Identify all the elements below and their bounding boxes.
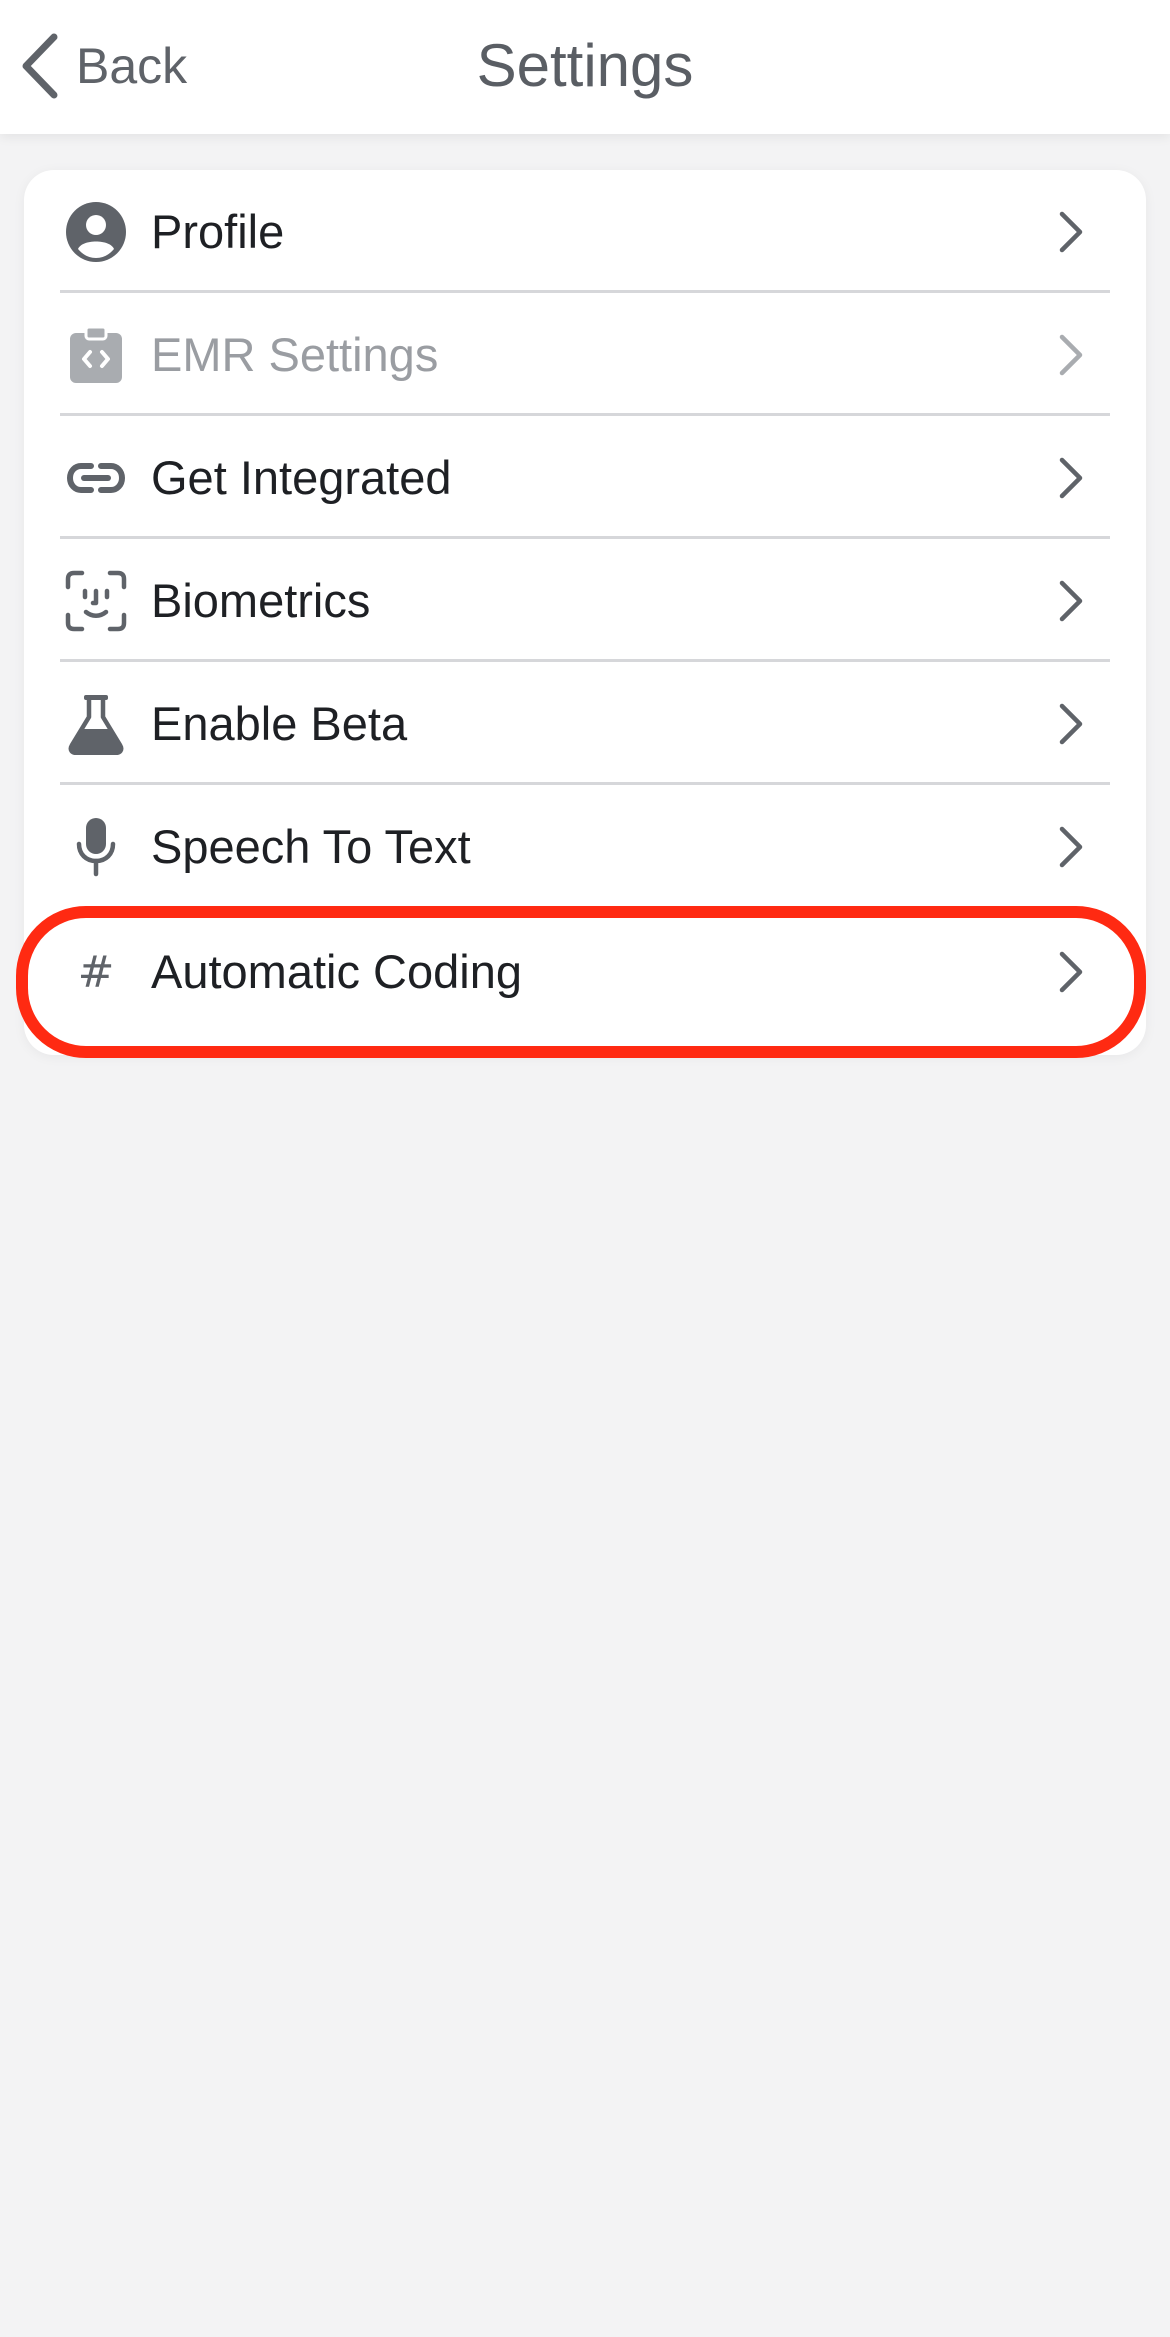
chevron-right-icon: [1059, 580, 1083, 622]
back-label: Back: [76, 38, 188, 94]
chevron-right-icon: [1059, 826, 1083, 868]
settings-item-profile[interactable]: Profile: [24, 170, 1146, 293]
chevron-left-icon: [22, 33, 58, 99]
flask-icon: [64, 692, 128, 756]
emr-clipboard-icon: [64, 323, 128, 387]
settings-item-label: Automatic Coding: [151, 945, 522, 998]
chevron-right-icon: [1059, 211, 1083, 253]
microphone-icon: [64, 815, 128, 879]
settings-list: Profile EMR Settings Get Integrated Biom…: [24, 170, 1146, 1055]
profile-icon: [64, 200, 128, 264]
settings-item-automatic-coding[interactable]: # Automatic Coding: [24, 910, 1146, 1033]
settings-item-label: Enable Beta: [151, 697, 408, 750]
settings-item-label: Get Integrated: [151, 451, 452, 504]
back-button[interactable]: Back: [20, 30, 187, 102]
chevron-right-icon: [1059, 951, 1083, 993]
settings-item-get-integrated[interactable]: Get Integrated: [24, 416, 1146, 539]
settings-item-emr-settings[interactable]: EMR Settings: [24, 293, 1146, 416]
settings-item-biometrics[interactable]: Biometrics: [24, 539, 1146, 662]
settings-item-label: Biometrics: [151, 574, 371, 627]
settings-item-speech-to-text[interactable]: Speech To Text: [24, 785, 1146, 908]
link-icon: [64, 446, 128, 510]
chevron-right-icon: [1059, 703, 1083, 745]
settings-item-label: Profile: [151, 205, 285, 258]
hashtag-icon: #: [77, 946, 115, 998]
chevron-right-icon: [1059, 334, 1083, 376]
settings-item-label: Speech To Text: [151, 820, 471, 873]
settings-item-label: EMR Settings: [151, 328, 439, 381]
face-id-icon: [64, 569, 128, 633]
navigation-bar: Back Settings: [0, 0, 1170, 134]
settings-item-enable-beta[interactable]: Enable Beta: [24, 662, 1146, 785]
chevron-right-icon: [1059, 457, 1083, 499]
